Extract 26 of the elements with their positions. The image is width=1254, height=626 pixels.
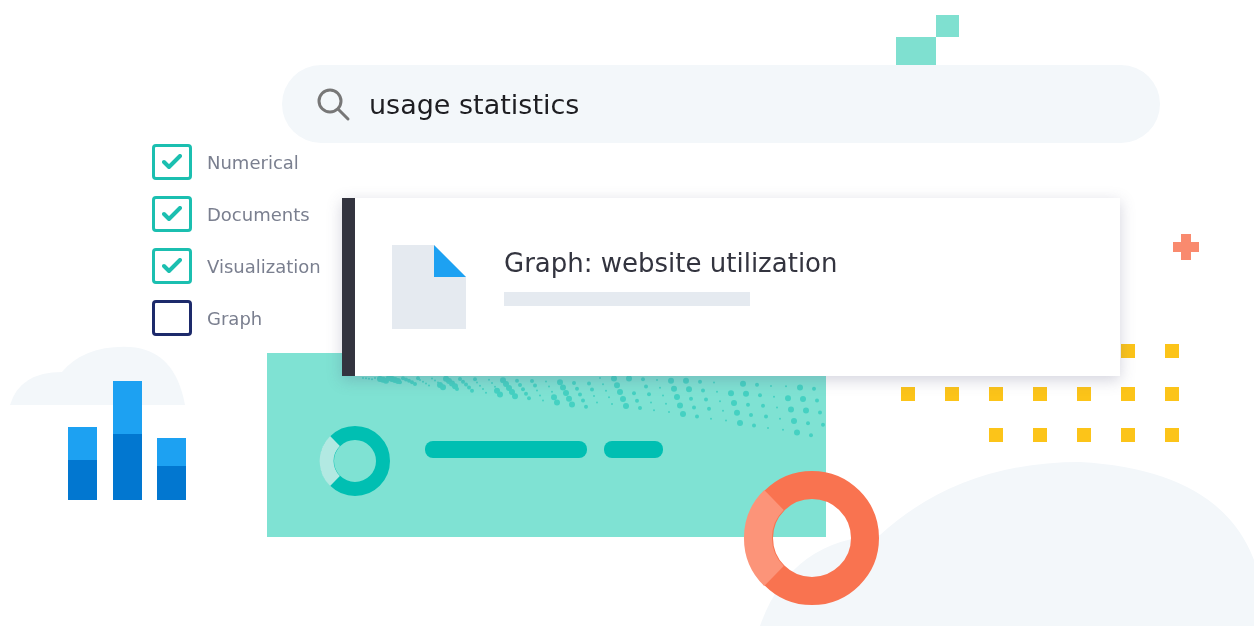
- plus-icon: [1173, 234, 1199, 260]
- text-placeholder-bar: [604, 441, 663, 458]
- result-title: Graph: website utilization: [504, 248, 838, 278]
- filter-label: Visualization: [207, 255, 321, 277]
- bar: [113, 434, 142, 500]
- check-icon: [162, 206, 182, 222]
- bar: [113, 381, 142, 434]
- result-card[interactable]: Graph: website utilization: [342, 198, 1120, 376]
- search-query: usage statistics: [369, 88, 580, 120]
- checkbox[interactable]: [152, 196, 192, 232]
- filter-label: Graph: [207, 307, 263, 329]
- filter-label: Documents: [207, 203, 310, 225]
- bar: [157, 466, 186, 500]
- check-icon: [162, 258, 182, 274]
- donut-chart-drawing: [319, 426, 390, 496]
- search-icon: [315, 86, 351, 122]
- checkbox[interactable]: [152, 144, 192, 180]
- bar: [68, 460, 97, 500]
- bar: [157, 438, 186, 466]
- filter-label: Numerical: [207, 151, 299, 173]
- checkbox[interactable]: [152, 248, 192, 284]
- bar: [68, 427, 97, 460]
- check-icon: [162, 154, 182, 170]
- document-icon: [392, 245, 466, 329]
- search-field[interactable]: usage statistics: [282, 65, 1160, 143]
- checkbox[interactable]: [152, 300, 192, 336]
